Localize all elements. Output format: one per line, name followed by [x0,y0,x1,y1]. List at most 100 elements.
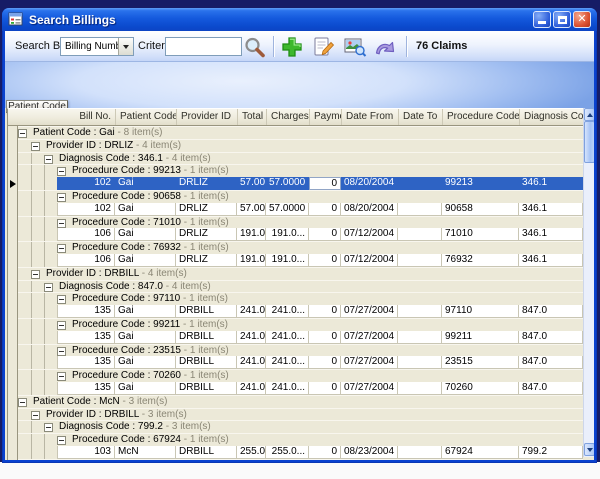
collapse-icon[interactable] [57,167,66,176]
vertical-scrollbar[interactable] [583,108,594,457]
collapse-icon[interactable] [44,155,53,164]
cell-bill-no-[interactable]: 102 [57,203,115,216]
collapse-icon[interactable] [57,321,66,330]
group-row[interactable]: Procedure Code : 76932 - 1 item(s) [18,241,583,254]
cell-date-to[interactable] [398,177,442,190]
cell-total[interactable]: 57.00... [237,203,266,216]
collapse-icon[interactable] [57,244,66,253]
cell-date-from[interactable]: 07/12/2004 [341,254,398,267]
cell-charges[interactable]: 255.0... [266,446,309,459]
group-row[interactable]: Provider ID : DRBILL - 3 item(s) [18,408,583,421]
cell-date-from[interactable]: 07/27/2004 [341,382,398,395]
cell-date-from[interactable]: 07/12/2004 [341,228,398,241]
undo-arrow-icon[interactable] [373,36,401,58]
cell-charges[interactable]: 241.0... [266,305,309,318]
cell-charges[interactable]: 241.0... [266,331,309,344]
cell-procedure-code[interactable]: 70260 [442,382,519,395]
cell-diagnosis-code[interactable]: 346.1 [519,203,583,216]
criteria-input[interactable] [165,37,242,56]
cell-charges[interactable]: 191.0... [266,254,309,267]
group-row[interactable]: Procedure Code : 70260 - 1 item(s) [18,369,583,382]
cell-bill-no-[interactable]: 135 [57,305,115,318]
cell-diagnosis-code[interactable]: 346.1 [519,254,583,267]
cell-payme-[interactable]: 0 [309,331,341,344]
cell-provider-id[interactable]: DRBILL [176,446,237,459]
scroll-up-button[interactable] [584,108,594,121]
cell-procedure-code[interactable]: 99213 [442,177,519,190]
group-row[interactable]: Procedure Code : 67924 - 1 item(s) [18,433,583,446]
cell-charges[interactable]: 191.0... [266,228,309,241]
data-row[interactable]: 102GaiDRLIZ57.00...57.0000008/20/2004992… [18,177,583,190]
cell-charges[interactable]: 241.0... [266,356,309,369]
collapse-icon[interactable] [57,193,66,202]
cell-bill-no-[interactable]: 103 [57,446,115,459]
collapse-icon[interactable] [57,347,66,356]
cell-date-from[interactable]: 07/27/2004 [341,305,398,318]
cell-charges[interactable]: 241.0... [266,382,309,395]
cell-procedure-code[interactable]: 76932 [442,254,519,267]
cell-payme-[interactable]: 0 [309,177,341,190]
group-row[interactable]: Procedure Code : 71010 - 1 item(s) [18,216,583,229]
data-row[interactable]: 135GaiDRBILL241.0...241.0...007/27/20042… [18,356,583,369]
cell-diagnosis-code[interactable]: 847.0 [519,305,583,318]
cell-patient-code[interactable]: Gai [115,331,176,344]
collapse-icon[interactable] [31,411,40,420]
cell-date-from[interactable]: 08/23/2004 [341,446,398,459]
group-row[interactable]: Procedure Code : 99213 - 1 item(s) [18,164,583,177]
cell-bill-no-[interactable]: 135 [57,356,115,369]
cell-date-to[interactable] [398,356,442,369]
cell-payme-[interactable]: 0 [309,356,341,369]
row-selector-strip[interactable] [7,126,18,460]
group-row[interactable] [18,459,583,460]
titlebar[interactable]: Search Billings ✕ [2,8,597,31]
search-by-dropdown[interactable]: Billing Number [60,37,134,56]
cell-bill-no-[interactable]: 135 [57,382,115,395]
column-header-provider-id[interactable]: Provider ID [177,109,238,125]
column-header-total[interactable]: Total [238,109,267,125]
group-row[interactable]: Provider ID : DRBILL - 4 item(s) [18,267,583,280]
cell-diagnosis-code[interactable]: 847.0 [519,382,583,395]
cell-bill-no-[interactable]: 106 [57,254,115,267]
cell-procedure-code[interactable]: 90658 [442,203,519,216]
group-row[interactable]: Patient Code : Gai - 8 item(s) [18,126,583,139]
cell-total[interactable]: 241.0... [237,331,266,344]
cell-date-to[interactable] [398,382,442,395]
cell-patient-code[interactable]: Gai [115,305,176,318]
cell-provider-id[interactable]: DRBILL [176,382,237,395]
cell-provider-id[interactable]: DRBILL [176,356,237,369]
cell-payme-[interactable]: 0 [309,228,341,241]
collapse-icon[interactable] [57,436,66,445]
edit-icon[interactable] [312,36,336,58]
cell-provider-id[interactable]: DRLIZ [176,203,237,216]
cell-charges[interactable]: 57.0000 [266,203,309,216]
cell-payme-[interactable]: 0 [309,203,341,216]
data-row[interactable]: 135GaiDRBILL241.0...241.0...007/27/20049… [18,331,583,344]
group-row[interactable]: Diagnosis Code : 346.1 - 4 item(s) [18,152,583,165]
cell-total[interactable]: 241.0... [237,382,266,395]
cell-payme-[interactable]: 0 [309,446,341,459]
cell-patient-code[interactable]: Gai [115,177,176,190]
group-row[interactable]: Procedure Code : 99211 - 1 item(s) [18,318,583,331]
cell-diagnosis-code[interactable]: 799.2 [519,446,583,459]
cell-payme-[interactable]: 0 [309,254,341,267]
cell-date-to[interactable] [398,331,442,344]
cell-date-to[interactable] [398,228,442,241]
scroll-down-button[interactable] [584,443,594,456]
cell-diagnosis-code[interactable]: 346.1 [519,177,583,190]
minimize-button[interactable] [533,11,551,28]
cell-date-from[interactable]: 07/27/2004 [341,356,398,369]
maximize-button[interactable] [553,11,571,28]
cell-patient-code[interactable]: Gai [115,228,176,241]
cell-provider-id[interactable]: DRBILL [176,331,237,344]
add-icon[interactable] [281,36,303,58]
cell-payme-[interactable]: 0 [309,305,341,318]
data-row[interactable]: 102GaiDRLIZ57.00...57.0000008/20/2004906… [18,203,583,216]
collapse-icon[interactable] [18,129,27,138]
data-row[interactable]: 135GaiDRBILL241.0...241.0...007/27/20047… [18,382,583,395]
collapse-icon[interactable] [31,270,40,279]
group-row[interactable]: Diagnosis Code : 847.0 - 4 item(s) [18,280,583,293]
collapse-icon[interactable] [44,283,53,292]
column-header-procedure-code[interactable]: Procedure Code [443,109,520,125]
cell-bill-no-[interactable]: 106 [57,228,115,241]
collapse-icon[interactable] [44,423,53,432]
